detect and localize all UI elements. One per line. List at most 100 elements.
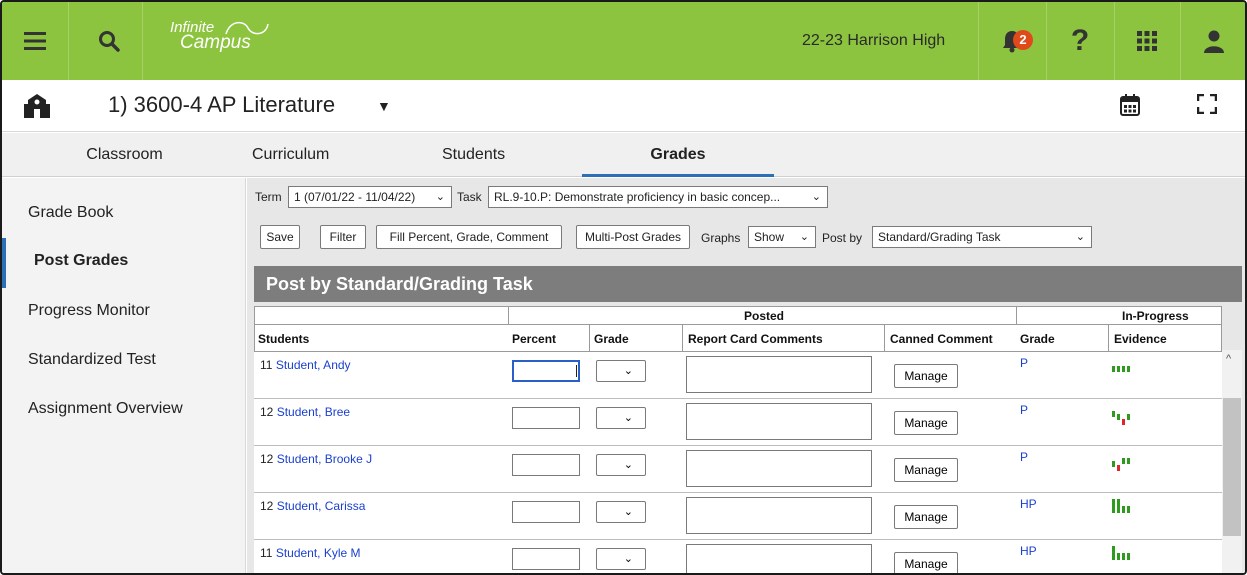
report-card-comment-input[interactable] [686,497,872,534]
course-bar: 1) 3600-4 AP Literature ▼ [2,80,1245,132]
apps-grid-icon[interactable] [1114,2,1180,80]
percent-column-header: Percent [512,332,557,346]
in-progress-grade[interactable]: P [1020,356,1028,370]
student-cell: 11 Student, Andy [260,358,351,372]
table-row: 12 Student, Brooke J ⌄ Manage P [254,446,1222,493]
term-select[interactable]: 1 (07/01/22 - 11/04/22) ⌄ [288,186,452,208]
manage-canned-comment-button[interactable]: Manage [894,552,958,573]
grades-table: Posted In-Progress Students Percent Grad… [254,306,1222,573]
user-icon[interactable] [1180,2,1245,80]
filter-button[interactable]: Filter [320,225,366,249]
sidebar-item-standardized-test[interactable]: Standardized Test [28,351,156,369]
sidebar-item-assignment-overview[interactable]: Assignment Overview [28,400,183,418]
app-window: Infinite Campus 22-23 Harrison High 2 ? … [0,0,1247,575]
students-column-header[interactable]: Students [258,332,309,346]
in-progress-grade[interactable]: HP [1020,497,1037,511]
menu-icon[interactable] [2,2,68,80]
student-name-link[interactable]: Student, Brooke J [277,452,372,466]
chevron-down-icon: ⌄ [435,191,445,203]
grade-select[interactable]: ⌄ [596,360,646,382]
student-name-link[interactable]: Student, Kyle M [276,546,361,560]
manage-canned-comment-button[interactable]: Manage [894,364,958,388]
student-name-link[interactable]: Student, Carissa [277,499,366,513]
sidebar-item-progress-monitor[interactable]: Progress Monitor [28,302,150,320]
report-card-comment-input[interactable] [686,356,872,393]
term-label: Term [255,190,282,204]
grade-select[interactable]: ⌄ [596,501,646,523]
table-row: 12 Student, Carissa ⌄ Manage HP [254,493,1222,540]
in-progress-grade[interactable]: P [1020,450,1028,464]
evidence-graph-icon[interactable] [1110,544,1140,566]
chevron-down-icon: ⌄ [811,191,821,203]
help-icon[interactable]: ? [1046,2,1114,80]
sidebar-active-indicator [2,238,6,288]
percent-input[interactable] [512,454,580,476]
report-card-comment-input[interactable] [686,450,872,487]
chevron-down-icon: ⌄ [623,365,633,377]
chevron-down-icon: ⌄ [1075,231,1085,243]
course-title[interactable]: 1) 3600-4 AP Literature [108,92,335,118]
sidebar-item-post-grades[interactable]: Post Grades [34,252,128,270]
evidence-graph-icon[interactable] [1110,407,1140,429]
fill-percent-grade-comment-button[interactable]: Fill Percent, Grade, Comment [376,225,562,249]
student-grade-level: 12 [260,452,274,466]
chevron-down-icon[interactable]: ▼ [377,98,391,114]
scroll-up-arrow-icon[interactable]: ^ [1226,353,1231,365]
term-select-value: 1 (07/01/22 - 11/04/22) [294,190,416,204]
in-progress-group-header: In-Progress [1122,309,1189,323]
in-progress-grade[interactable]: P [1020,403,1028,417]
tab-students[interactable]: Students [442,133,542,177]
task-select[interactable]: RL.9-10.P: Demonstrate proficiency in ba… [488,186,828,208]
sidebar: Grade Book Post Grades Progress Monitor … [2,178,246,573]
student-grade-level: 11 [260,546,273,560]
percent-input[interactable] [512,407,580,429]
fullscreen-icon[interactable] [1196,93,1218,119]
report-card-comment-input[interactable] [686,544,872,573]
grade-column-header: Grade [594,332,629,346]
student-cell: 12 Student, Brooke J [260,452,372,466]
evidence-graph-icon[interactable] [1110,454,1140,476]
calendar-icon[interactable] [1120,94,1140,121]
post-by-label: Post by [822,231,863,245]
chevron-down-icon: ⌄ [623,459,633,471]
school-name[interactable]: 22-23 Harrison High [802,2,945,80]
grade-select[interactable]: ⌄ [596,454,646,476]
grade-select[interactable]: ⌄ [596,548,646,570]
tab-grades[interactable]: Grades [582,133,774,177]
student-name-link[interactable]: Student, Andy [276,358,351,372]
manage-canned-comment-button[interactable]: Manage [894,505,958,529]
panel-title: Post by Standard/Grading Task [254,266,1242,302]
evidence-graph-icon[interactable] [1110,497,1140,519]
post-by-select[interactable]: Standard/Grading Task ⌄ [872,226,1092,248]
evidence-graph-icon[interactable] [1110,360,1140,378]
graphs-select-value: Show [754,230,785,244]
student-cell: 12 Student, Carissa [260,499,365,513]
graphs-select[interactable]: Show ⌄ [748,226,816,248]
bell-icon[interactable] [978,2,1046,80]
sidebar-item-grade-book[interactable]: Grade Book [28,204,113,222]
in-progress-grade[interactable]: HP [1020,544,1037,558]
tab-curriculum[interactable]: Curriculum [252,133,352,177]
manage-canned-comment-button[interactable]: Manage [894,458,958,482]
chevron-down-icon: ⌄ [623,506,633,518]
report-card-comment-input[interactable] [686,403,872,440]
table-row: 12 Student, Bree ⌄ Manage P [254,399,1222,446]
post-by-select-value: Standard/Grading Task [878,230,1001,244]
percent-input[interactable] [512,501,580,523]
student-name-link[interactable]: Student, Bree [277,405,350,419]
multi-post-grades-button[interactable]: Multi-Post Grades [576,225,690,249]
chevron-down-icon: ⌄ [623,412,633,424]
manage-canned-comment-button[interactable]: Manage [894,411,958,435]
percent-input[interactable] [512,548,580,570]
table-row: 11 Student, Kyle M ⌄ Manage HP [254,540,1222,573]
scrollbar-thumb[interactable] [1223,398,1241,536]
student-grade-level: 12 [260,499,274,513]
infinite-campus-logo: Infinite Campus [170,20,269,52]
search-icon[interactable] [76,2,142,80]
save-button[interactable]: Save [260,225,300,249]
percent-input[interactable] [512,360,580,382]
table-row: 11 Student, Andy ⌄ Manage P [254,352,1222,399]
grade-select[interactable]: ⌄ [596,407,646,429]
report-card-comments-column-header: Report Card Comments [688,332,823,346]
tab-classroom[interactable]: Classroom [2,133,247,177]
